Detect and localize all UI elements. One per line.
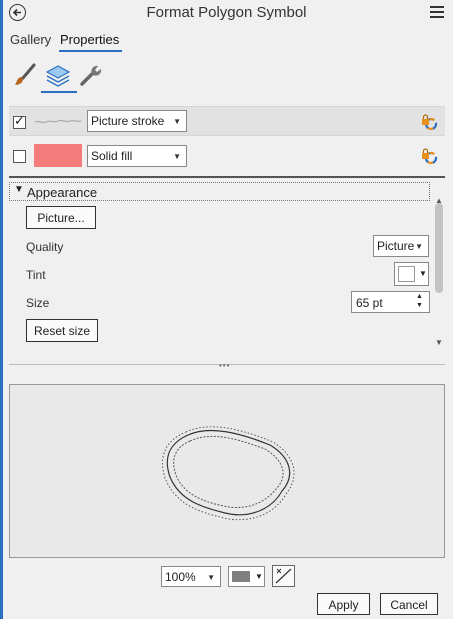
scrollbar-thumb[interactable] (435, 203, 443, 293)
symbol-layer-row[interactable]: Solid fill ▼ (9, 141, 445, 171)
polygon-preview-shape (162, 426, 295, 521)
preview-background-dropdown[interactable]: ▼ (228, 566, 265, 587)
chevron-down-icon: ▼ (255, 572, 263, 581)
symbol-preview (9, 384, 445, 558)
stroke-preview-icon (33, 114, 83, 128)
size-value: 65 pt (356, 296, 383, 310)
layer-type-dropdown[interactable]: Solid fill ▼ (87, 145, 187, 167)
paintbrush-icon[interactable] (12, 62, 38, 88)
quality-dropdown[interactable]: Picture ▼ (373, 235, 429, 257)
no-color-icon (275, 568, 292, 584)
layers-separator (9, 176, 445, 178)
appearance-section-header[interactable]: ▼ Appearance (9, 182, 430, 201)
no-background-button[interactable] (272, 565, 295, 587)
quality-value: Picture (377, 239, 415, 253)
tab-properties[interactable]: Properties (60, 32, 119, 47)
size-label: Size (26, 296, 50, 310)
zoom-value: 100% (165, 570, 196, 584)
spinner-arrows-icon[interactable]: ▲ ▼ (416, 292, 423, 310)
wrench-icon[interactable] (78, 62, 104, 88)
quality-label: Quality (26, 240, 64, 254)
window-edge (0, 0, 3, 619)
tint-color-dropdown[interactable]: ▼ (394, 262, 429, 286)
tab-gallery[interactable]: Gallery (10, 32, 51, 47)
layer-type-value: Solid fill (91, 149, 133, 163)
layer-visibility-checkbox[interactable] (13, 150, 26, 163)
menu-icon[interactable] (430, 6, 444, 18)
layer-visibility-checkbox[interactable] (13, 114, 26, 129)
lock-color-icon[interactable] (420, 147, 438, 165)
layer-type-value: Picture stroke (91, 114, 165, 128)
tint-swatch (398, 266, 415, 282)
tint-label: Tint (26, 268, 46, 282)
chevron-down-icon: ▼ (14, 184, 24, 195)
appearance-label: Appearance (27, 185, 98, 200)
fill-color-swatch (34, 144, 82, 167)
picture-button[interactable]: Picture... (26, 206, 96, 229)
tab-active-indicator (59, 50, 122, 52)
reset-size-button[interactable]: Reset size (26, 319, 98, 342)
layers-icon[interactable] (45, 62, 71, 88)
layer-type-dropdown[interactable]: Picture stroke ▼ (87, 110, 187, 132)
lock-color-icon[interactable] (420, 113, 438, 131)
background-color-swatch (232, 571, 250, 582)
scroll-down-icon[interactable]: ▼ (435, 338, 443, 347)
pane-title: Format Polygon Symbol (146, 4, 307, 21)
layers-tool-indicator (41, 91, 77, 93)
zoom-dropdown[interactable]: 100% ▼ (161, 566, 221, 587)
apply-button[interactable]: Apply (317, 593, 370, 615)
cancel-button[interactable]: Cancel (380, 593, 438, 615)
size-input[interactable]: 65 pt ▲ ▼ (351, 291, 430, 313)
symbol-layer-row[interactable]: Picture stroke▼ (9, 106, 445, 136)
splitter-grip-icon[interactable]: ••• (219, 361, 230, 370)
